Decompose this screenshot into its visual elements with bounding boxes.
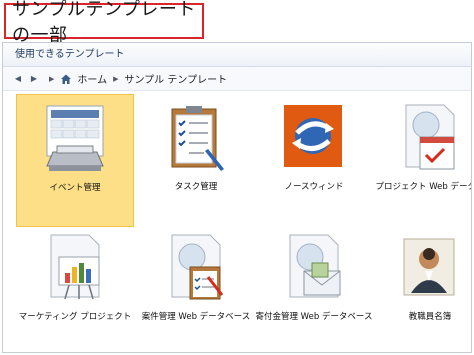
task-management-icon bbox=[171, 106, 224, 171]
template-label: 教職員名簿 bbox=[408, 312, 452, 322]
template-tile-charitable-contributions-web-database[interactable]: 寄付金管理 Web データベース bbox=[255, 229, 373, 341]
page-heading-text: サンプルテンプレートの一部 bbox=[12, 0, 196, 46]
breadcrumb-home[interactable]: ホーム bbox=[77, 71, 107, 86]
template-tile-event-management[interactable]: イベント管理 bbox=[16, 94, 134, 227]
template-label: イベント管理 bbox=[49, 183, 101, 193]
template-tile-northwind[interactable]: ノースウィンド bbox=[255, 94, 373, 227]
available-templates-panel: 使用できるテンプレート ◀ ▶ ▶ ホーム ▶ サンプル テンプレート イベント… bbox=[2, 42, 472, 353]
template-label: タスク管理 bbox=[174, 182, 218, 192]
template-tile-issues-web-database[interactable]: 案件管理 Web データベース bbox=[137, 229, 255, 341]
breadcrumb: ◀ ▶ ▶ ホーム ▶ サンプル テンプレート bbox=[3, 67, 471, 91]
breadcrumb-separator-icon: ▶ bbox=[113, 74, 119, 83]
breadcrumb-sample-templates[interactable]: サンプル テンプレート bbox=[124, 71, 227, 86]
template-label: プロジェクト Web データベ bbox=[375, 182, 471, 192]
back-arrow-icon[interactable]: ◀ bbox=[11, 72, 25, 86]
template-tile-task-management[interactable]: タスク管理 bbox=[137, 94, 255, 227]
faculty-icon bbox=[403, 238, 455, 296]
forward-arrow-icon[interactable]: ▶ bbox=[27, 72, 41, 86]
home-icon[interactable] bbox=[60, 73, 72, 85]
panel-header: 使用できるテンプレート bbox=[3, 43, 471, 67]
event-management-icon bbox=[46, 105, 104, 171]
template-label: ノースウィンド bbox=[284, 182, 344, 192]
template-label: 寄付金管理 Web データベース bbox=[255, 312, 373, 322]
template-tile-marketing-project[interactable]: マーケティング プロジェクト bbox=[16, 229, 134, 341]
page-heading: サンプルテンプレートの一部 bbox=[4, 0, 204, 46]
breadcrumb-separator-icon: ▶ bbox=[49, 74, 55, 83]
marketing-project-icon bbox=[50, 234, 100, 300]
issues-web-database-icon bbox=[171, 234, 224, 300]
template-label: 案件管理 Web データベース bbox=[141, 312, 251, 322]
project-web-database-icon bbox=[405, 104, 455, 170]
charitable-contributions-web-database-icon bbox=[289, 234, 341, 298]
northwind-icon bbox=[284, 105, 342, 167]
template-tile-project-web-database[interactable]: プロジェクト Web データベ bbox=[371, 94, 471, 227]
template-tile-faculty[interactable]: 教職員名簿 bbox=[371, 229, 471, 341]
template-label: マーケティング プロジェクト bbox=[18, 312, 132, 322]
